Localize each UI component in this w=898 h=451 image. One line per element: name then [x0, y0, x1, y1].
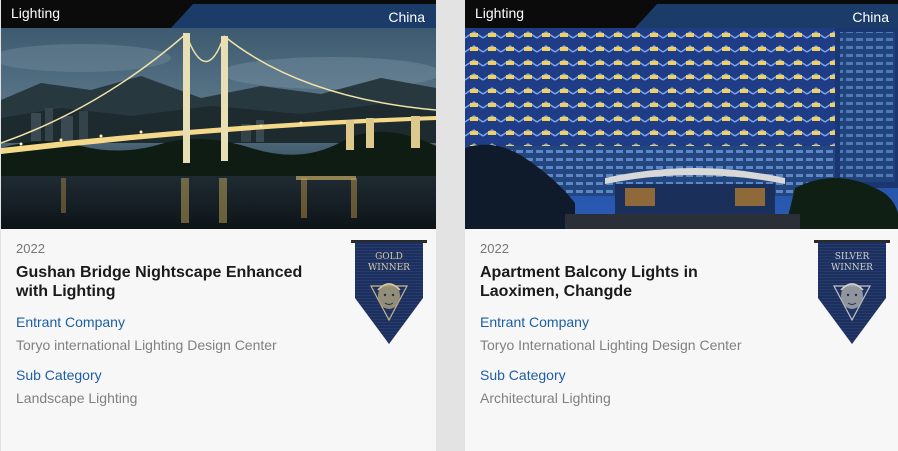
apartment-photo[interactable]: [465, 28, 898, 229]
sub-category-label: Sub Category: [16, 367, 102, 383]
category-label[interactable]: Lighting: [11, 5, 60, 21]
sub-category-value: Architectural Lighting: [480, 390, 611, 406]
country-label[interactable]: China: [852, 9, 889, 25]
entrant-company-value: Toryo international Lighting Design Cent…: [16, 337, 277, 353]
entrant-company-label: Entrant Company: [16, 314, 125, 330]
entrant-company-value: Toryo International Lighting Design Cent…: [480, 337, 742, 353]
sub-category-label: Sub Category: [480, 367, 566, 383]
sub-category-value: Landscape Lighting: [16, 390, 138, 406]
category-label[interactable]: Lighting: [475, 5, 524, 21]
award-year: 2022: [16, 241, 45, 256]
badge-line-1: SILVER: [834, 252, 870, 262]
badge-line-1: GOLD: [375, 252, 403, 262]
award-card[interactable]: Lighting China: [465, 0, 898, 451]
badge-line-2: WINNER: [831, 263, 873, 273]
bridge-photo[interactable]: [1, 28, 436, 229]
project-title[interactable]: Gushan Bridge Nightscape Enhanced with L…: [16, 263, 316, 301]
award-year: 2022: [480, 241, 509, 256]
entrant-company-label: Entrant Company: [480, 314, 589, 330]
gold-winner-badge: GOLD WINNER: [349, 238, 429, 348]
project-title[interactable]: Apartment Balcony Lights in Laoximen, Ch…: [480, 263, 780, 301]
badge-line-2: WINNER: [368, 263, 410, 273]
country-label[interactable]: China: [388, 9, 425, 25]
silver-winner-badge: SILVER WINNER: [812, 238, 892, 348]
award-card[interactable]: Lighting China: [1, 0, 436, 451]
